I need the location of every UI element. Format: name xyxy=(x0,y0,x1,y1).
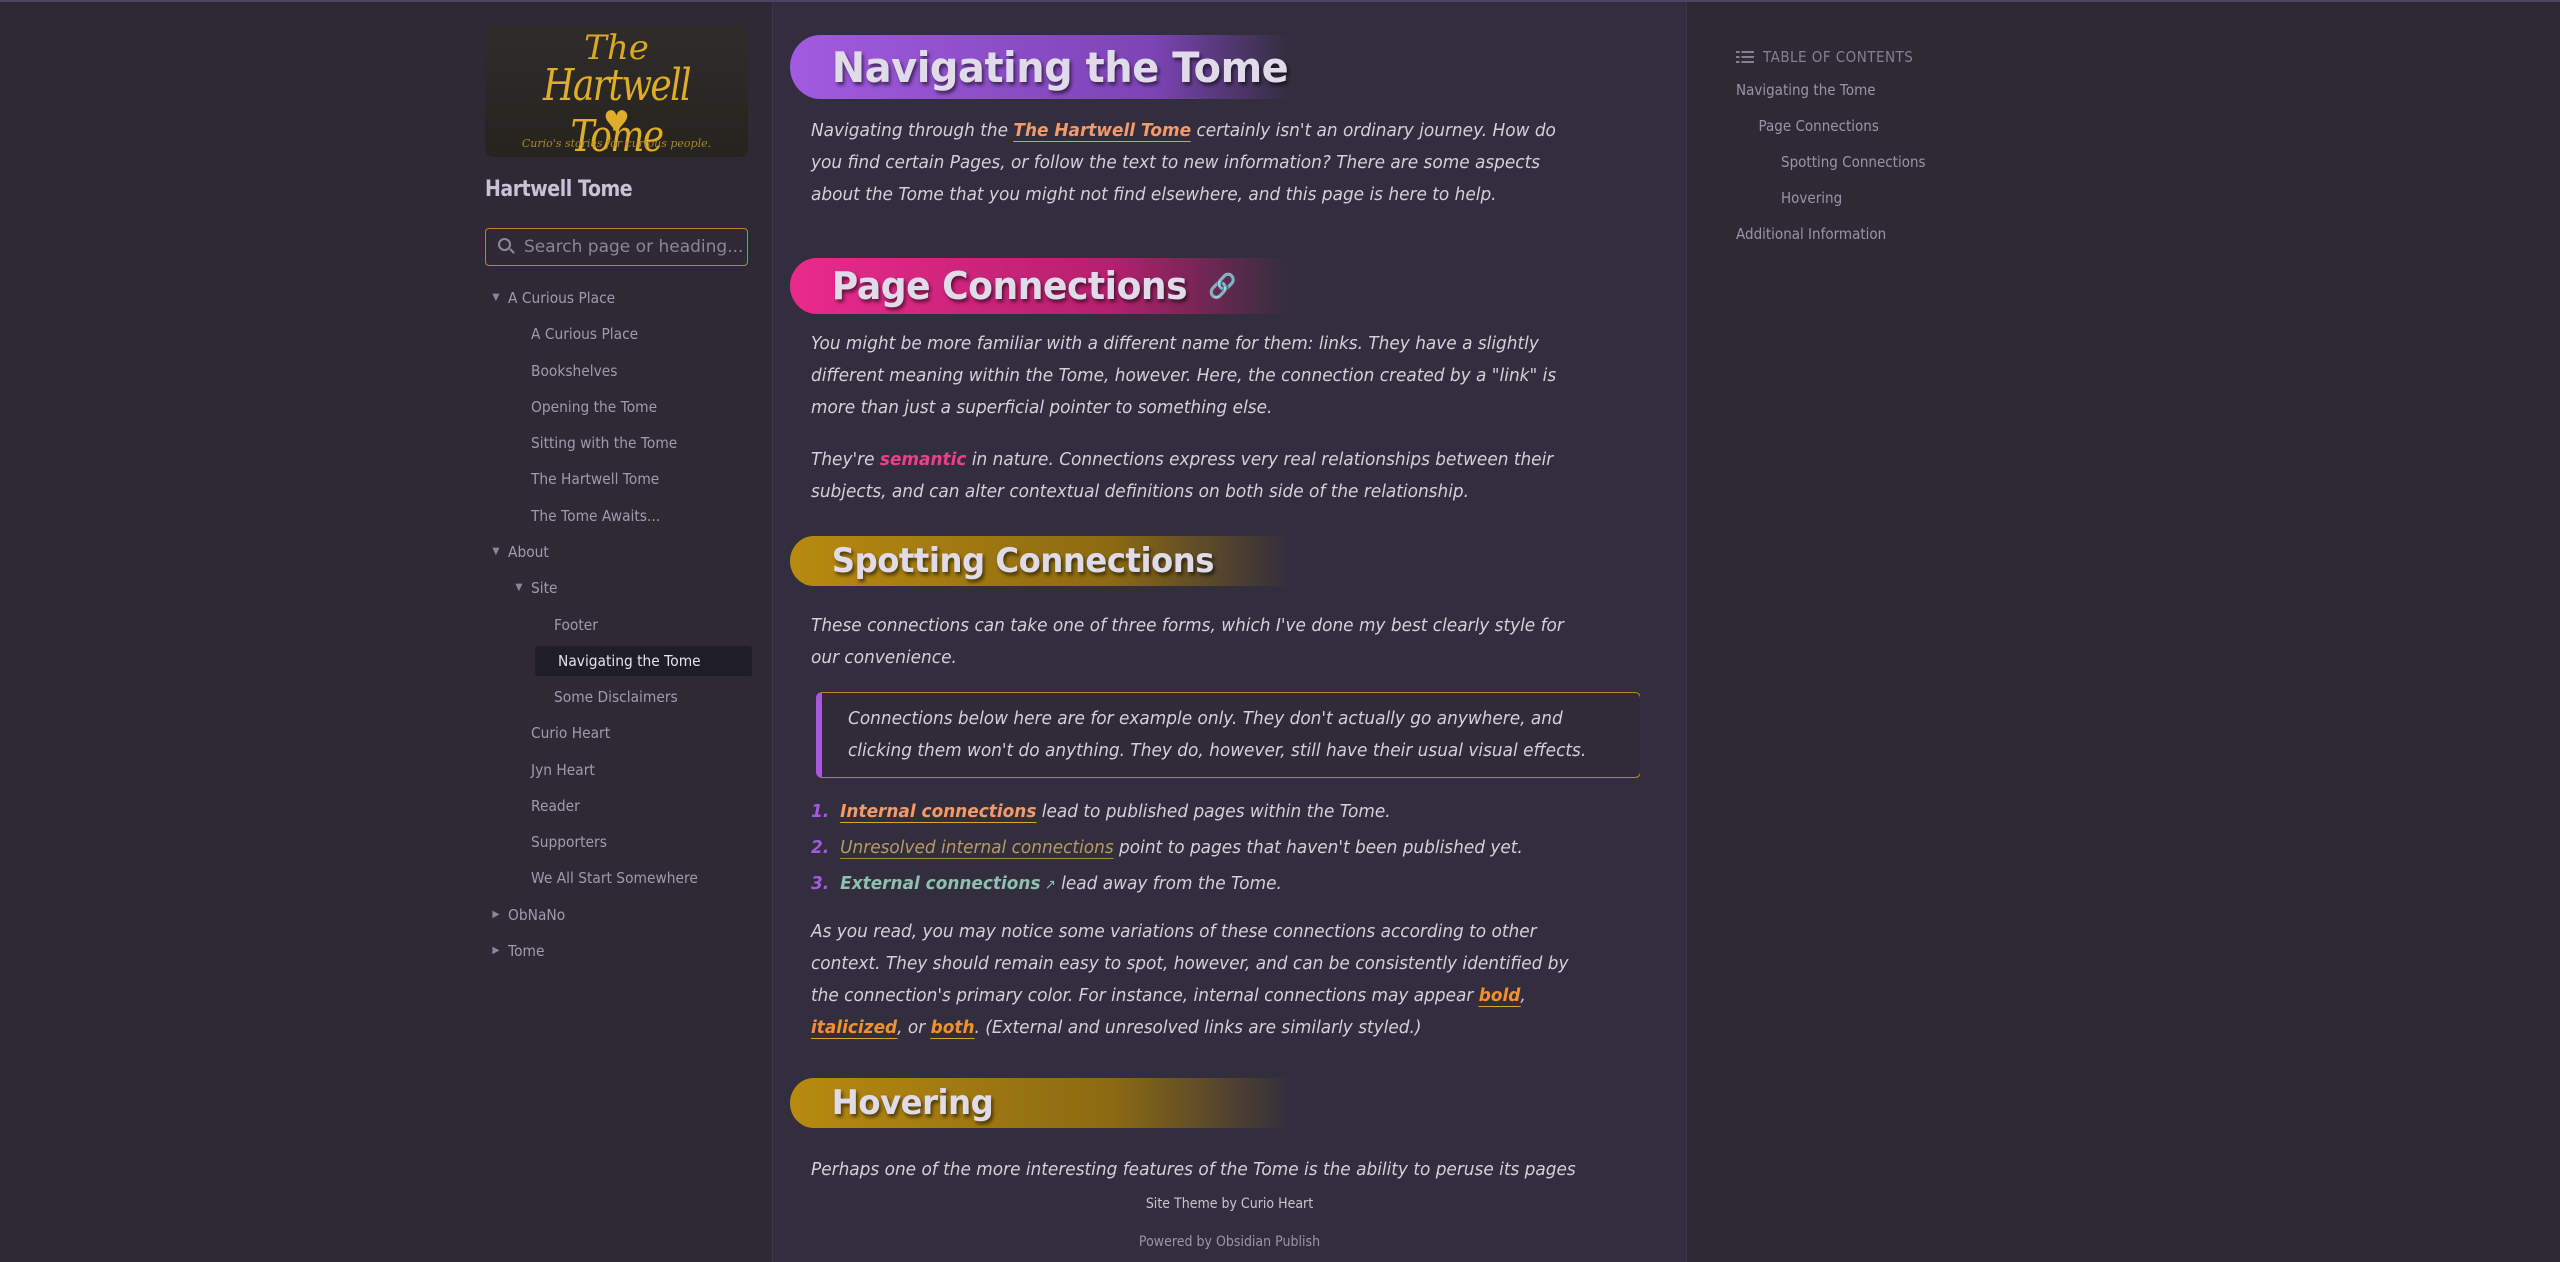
heading-spotting-connections: Spotting Connections xyxy=(790,536,1598,586)
sidebar-nav: ▼ A Curious Place A Curious Place Bookshelv… xyxy=(485,280,770,969)
logo-tagline: Curio's stories for curious people. xyxy=(521,137,712,150)
sidebar-item-label: Supporters xyxy=(531,833,607,852)
collapse-arrow-icon[interactable]: ▼ xyxy=(492,280,499,316)
toc-header: TABLE OF CONTENTS xyxy=(1736,48,2006,66)
sidebar-item-label: Tome xyxy=(508,942,545,961)
obsidian-publish-link[interactable]: Obsidian Publish xyxy=(1216,1234,1320,1250)
site-logo[interactable]: The Hartwell Tome ♥ Curio's stories for … xyxy=(485,26,748,157)
sidebar-item-label: Bookshelves xyxy=(531,361,618,380)
list-item-text: lead away from the Tome. xyxy=(1055,873,1282,894)
sidebar-item-label: ObNaNo xyxy=(508,905,566,924)
toc-item-navigating-the-tome[interactable]: Navigating the Tome xyxy=(1736,72,2006,108)
sidebar-item-label: Opening the Tome xyxy=(531,397,658,416)
both-link-example[interactable]: both xyxy=(930,1017,975,1039)
table-of-contents: TABLE OF CONTENTS Navigating the Tome Pag… xyxy=(1736,48,2036,252)
sidebar-item-label: The Hartwell Tome xyxy=(531,470,660,489)
links-paragraph: You might be more familiar with a differ… xyxy=(811,333,1557,418)
sidebar-item-bookshelves[interactable]: Bookshelves xyxy=(485,353,747,389)
heading-hovering: Hovering xyxy=(790,1078,1598,1128)
toc-item-page-connections[interactable]: Page Connections xyxy=(1736,108,2006,144)
page-title: Navigating the Tome xyxy=(790,35,1598,99)
sidebar-item-tome[interactable]: ▶ Tome xyxy=(485,933,747,969)
sidebar-item-about[interactable]: ▼ About xyxy=(485,534,747,570)
connection-types-list: 1. Internal connections lead to published… xyxy=(811,794,1640,902)
callout-text: Connections below here are for example o… xyxy=(848,708,1587,761)
internal-link[interactable]: Internal connections xyxy=(840,801,1037,823)
sidebar-item-a-curious-place[interactable]: A Curious Place xyxy=(485,316,747,352)
collapse-arrow-icon[interactable]: ▼ xyxy=(515,570,522,606)
variations-paragraph: As you read, you may notice some variati… xyxy=(811,921,1569,1039)
italic-link-example[interactable]: italicized xyxy=(811,1017,898,1039)
toc-item-additional-information[interactable]: Additional Information xyxy=(1736,216,2006,252)
list-item: 2. Unresolved internal connections point … xyxy=(811,830,1590,866)
toc-list: Navigating the Tome Page Connections Spott… xyxy=(1736,72,2036,252)
sidebar-item-navigating-the-tome[interactable]: Navigating the Tome xyxy=(535,645,753,676)
internal-link[interactable]: The Hartwell Tome xyxy=(1013,120,1192,142)
sidebar-item-label: We All Start Somewhere xyxy=(531,869,698,888)
sidebar-item-some-disclaimers[interactable]: Some Disclaimers xyxy=(485,679,747,715)
sidebar-item-label: About xyxy=(508,543,549,562)
toc-item-hovering[interactable]: Hovering xyxy=(1736,180,2006,216)
expand-arrow-icon[interactable]: ▶ xyxy=(492,933,499,969)
sidebar-item-label: Site xyxy=(531,579,558,598)
toc-item-spotting-connections[interactable]: Spotting Connections xyxy=(1736,144,2006,180)
sidebar-item-label: Navigating the Tome xyxy=(558,651,701,670)
sidebar-item-label: Some Disclaimers xyxy=(554,687,678,706)
external-link-icon: ↗ xyxy=(1040,877,1056,893)
hover-paragraph: Perhaps one of the more interesting feat… xyxy=(811,1159,1576,1180)
sidebar-item-curio-heart[interactable]: Curio Heart xyxy=(485,715,747,751)
sidebar-item-label: A Curious Place xyxy=(531,325,639,344)
sidebar-item-label: The Tome Awaits... xyxy=(531,506,661,525)
sidebar-item-footer[interactable]: Footer xyxy=(485,607,747,643)
footer-theme-credit: Site Theme by Curio Heart xyxy=(1145,1196,1314,1212)
list-item: 1. Internal connections lead to published… xyxy=(811,794,1590,830)
unresolved-link[interactable]: Unresolved internal connections xyxy=(840,837,1114,859)
sidebar-item-the-tome-awaits[interactable]: The Tome Awaits... xyxy=(485,498,747,534)
sidebar-item-we-all-start-somewhere[interactable]: We All Start Somewhere xyxy=(485,860,747,896)
sidebar-item-label: Curio Heart xyxy=(531,724,611,743)
main-content: Navigating the Tome Navigating through t… xyxy=(790,0,1640,1190)
heart-icon: ♥ xyxy=(603,105,630,140)
forms-paragraph: These connections can take one of three … xyxy=(811,615,1564,668)
sidebar-item-obnano[interactable]: ▶ ObNaNo xyxy=(485,897,747,933)
external-link[interactable]: External connections xyxy=(840,873,1040,894)
footer-powered-by: Powered by Obsidian Publish xyxy=(1138,1234,1321,1250)
search-icon xyxy=(496,237,516,257)
search-input[interactable] xyxy=(524,237,744,257)
list-number: 1. xyxy=(811,801,830,822)
semantic-paragraph: They're semantic in nature. Connections … xyxy=(811,449,1554,502)
sidebar-item-label: Jyn Heart xyxy=(531,760,595,779)
list-number: 2. xyxy=(811,837,830,858)
list-number: 3. xyxy=(811,873,830,894)
semantic-emphasis: semantic xyxy=(879,449,967,470)
sidebar-item-a-curious-place[interactable]: ▼ A Curious Place xyxy=(485,280,747,316)
sidebar-item-label: Footer xyxy=(554,615,598,634)
sidebar-item-label: A Curious Place xyxy=(508,289,616,307)
sidebar-item-opening-the-tome[interactable]: Opening the Tome xyxy=(485,389,747,425)
collapse-arrow-icon[interactable]: ▼ xyxy=(492,534,499,570)
left-sidebar: The Hartwell Tome ♥ Curio's stories for … xyxy=(485,26,770,1226)
intro-paragraph: Navigating through the The Hartwell Tome… xyxy=(811,120,1556,205)
sidebar-item-label: Reader xyxy=(531,796,580,815)
list-icon xyxy=(1736,50,1754,64)
sidebar-item-supporters[interactable]: Supporters xyxy=(485,824,747,860)
sidebar-item-site[interactable]: ▼ Site xyxy=(485,570,747,606)
site-name[interactable]: Hartwell Tome xyxy=(485,177,730,202)
bold-link-example[interactable]: bold xyxy=(1478,985,1521,1007)
list-item-text: point to pages that haven't been publish… xyxy=(1113,837,1523,858)
sidebar-item-the-hartwell-tome[interactable]: The Hartwell Tome xyxy=(485,461,747,497)
example-callout: Connections below here are for example o… xyxy=(816,692,1640,778)
search-box[interactable] xyxy=(485,228,748,266)
list-item: 3. External connections ↗ lead away from … xyxy=(811,866,1590,902)
heading-page-connections: Page Connections 🔗 xyxy=(790,258,1598,314)
sidebar-item-jyn-heart[interactable]: Jyn Heart xyxy=(485,752,747,788)
sidebar-item-sitting-with-the-tome[interactable]: Sitting with the Tome xyxy=(485,425,747,461)
expand-arrow-icon[interactable]: ▶ xyxy=(492,897,499,933)
sidebar-item-label: Sitting with the Tome xyxy=(531,434,678,453)
sidebar-item-reader[interactable]: Reader xyxy=(485,788,747,824)
anchor-link-icon[interactable]: 🔗 xyxy=(1208,272,1236,300)
toc-title: TABLE OF CONTENTS xyxy=(1763,48,1914,66)
list-item-text: lead to published pages within the Tome. xyxy=(1036,801,1391,822)
